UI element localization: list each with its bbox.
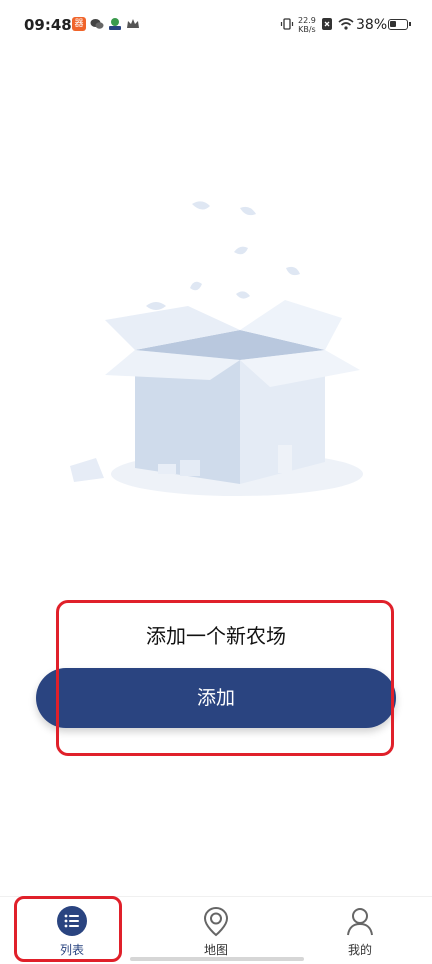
home-indicator[interactable] — [130, 957, 304, 961]
user-icon — [347, 908, 373, 936]
map-pin-icon — [203, 906, 229, 937]
nav-tab-mine-label: 我的 — [347, 943, 372, 957]
status-time: 09:48 — [24, 16, 72, 34]
no-sim-icon — [322, 18, 332, 30]
crown-icon — [127, 19, 139, 28]
nav-tab-mine[interactable]: 我的 — [320, 905, 400, 958]
battery-percentage: 38% — [356, 17, 388, 33]
wechat-icon — [90, 19, 104, 29]
highlight-box-empty-state — [56, 600, 394, 756]
network-speed: 22.9 KB/s — [298, 16, 316, 34]
battery-icon — [388, 19, 411, 30]
app-notification-icon: 器 — [72, 17, 86, 31]
nav-tab-map[interactable]: 地图 — [176, 905, 256, 958]
wifi-icon — [338, 18, 354, 30]
empty-box-illustration — [70, 201, 363, 496]
highlight-box-list-tab — [14, 896, 122, 962]
vibrate-icon — [280, 18, 294, 30]
app-icon — [109, 18, 121, 30]
status-bar: 09:48 器 22.9 KB/s 38% — [0, 0, 432, 50]
nav-tab-map-label: 地图 — [203, 943, 228, 957]
